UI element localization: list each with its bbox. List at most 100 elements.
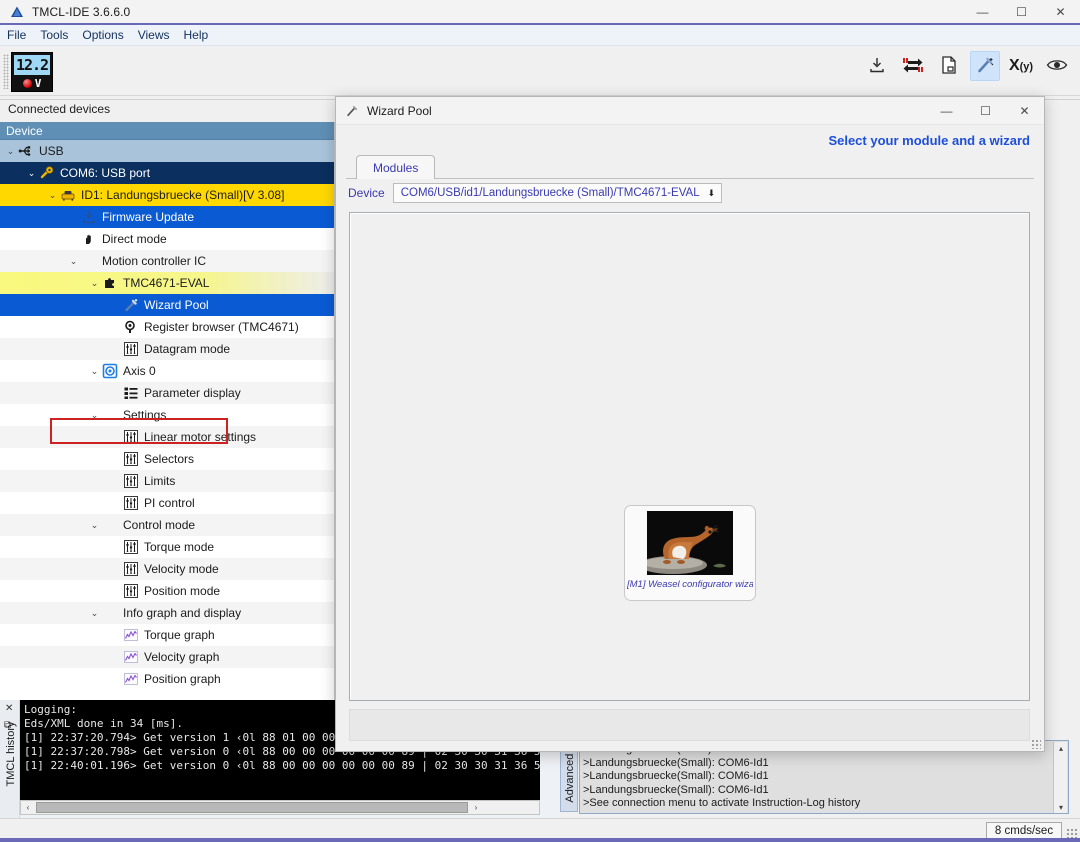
toolbar-grip[interactable] xyxy=(3,54,9,89)
document-button[interactable] xyxy=(934,51,964,81)
voltage-indicator: 12.2 V xyxy=(11,52,53,92)
wizard-card-caption: [M1] Weasel configurator wiza xyxy=(627,579,753,590)
chevron-down-icon[interactable]: ⌄ xyxy=(88,278,101,288)
weasel-photo-icon xyxy=(647,511,733,575)
transfer-button[interactable] xyxy=(898,51,928,81)
dialog-tabstrip: Modules xyxy=(346,155,1034,179)
window-title: TMCL-IDE 3.6.6.0 xyxy=(32,4,131,19)
tree-item-label: Linear motor settings xyxy=(144,430,257,444)
app-logo-icon xyxy=(9,4,25,20)
tree-no-icon xyxy=(80,252,98,270)
params-icon xyxy=(122,384,140,402)
tree-item-linear-motor-settings[interactable]: Linear motor settings xyxy=(0,426,334,448)
window-controls: — ☐ ✕ xyxy=(963,0,1080,24)
close-icon[interactable]: ✕ xyxy=(5,703,13,714)
minimize-button[interactable]: — xyxy=(963,0,1002,24)
tree-item-id1-landungsbruecke-small-v-3-08[interactable]: ⌄ ID1: Landungsbruecke (Small)[V 3.08] xyxy=(0,184,334,206)
dialog-minimize-button[interactable]: — xyxy=(927,97,966,125)
close-button[interactable]: ✕ xyxy=(1041,0,1080,24)
tree-item-velocity-mode[interactable]: Velocity mode xyxy=(0,558,334,580)
tree-item-info-graph-and-display[interactable]: ⌄ Info graph and display xyxy=(0,602,334,624)
tree-item-parameter-display[interactable]: Parameter display xyxy=(0,382,334,404)
tree-item-label: USB xyxy=(39,144,64,158)
tree-item-label: Velocity mode xyxy=(144,562,219,576)
tree-item-wizard-pool[interactable]: Wizard Pool xyxy=(0,294,334,316)
chevron-down-icon[interactable]: ⌄ xyxy=(88,520,101,530)
console-hscrollbar[interactable]: ‹ › xyxy=(20,800,540,815)
tree-item-position-mode[interactable]: Position mode xyxy=(0,580,334,602)
chevron-down-icon[interactable]: ⌄ xyxy=(88,608,101,618)
scroll-thumb[interactable] xyxy=(36,802,468,813)
visibility-button[interactable] xyxy=(1042,51,1072,81)
dialog-close-button[interactable]: ✕ xyxy=(1005,97,1044,125)
menu-views[interactable]: Views xyxy=(131,25,177,46)
tree-item-axis-0[interactable]: ⌄ Axis 0 xyxy=(0,360,334,382)
menu-tools[interactable]: Tools xyxy=(33,25,75,46)
tree-item-com6-usb-port[interactable]: ⌄ COM6: USB port xyxy=(0,162,334,184)
dialog-window-controls: — ☐ ✕ xyxy=(927,97,1044,125)
device-tree[interactable]: ⌄ USB ⌄ COM6: USB port ⌄ ID1: Landungsbruecke… xyxy=(0,140,334,700)
tree-item-control-mode[interactable]: ⌄ Control mode xyxy=(0,514,334,536)
tree-item-label: Position mode xyxy=(144,584,221,598)
tree-item-velocity-graph[interactable]: Velocity graph xyxy=(0,646,334,668)
graph-icon xyxy=(122,648,140,666)
tree-item-label: Position graph xyxy=(144,672,221,686)
menu-options[interactable]: Options xyxy=(75,25,130,46)
chevron-down-icon[interactable]: ⌄ xyxy=(25,168,38,178)
tree-item-tmc4671-eval[interactable]: ⌄ TMC4671-EVAL xyxy=(0,272,334,294)
tree-item-datagram-mode[interactable]: Datagram mode xyxy=(0,338,334,360)
xy-function-button[interactable]: X(y) xyxy=(1006,51,1036,81)
scroll-up-arrow[interactable]: ▴ xyxy=(1054,742,1068,755)
tmcl-history-tab[interactable]: TMCL history xyxy=(5,719,17,789)
tree-item-torque-graph[interactable]: Torque graph xyxy=(0,624,334,646)
wizard-canvas[interactable]: [M1] Weasel configurator wiza xyxy=(349,212,1030,701)
graph-icon xyxy=(122,626,140,644)
scroll-left-arrow[interactable]: ‹ xyxy=(21,801,35,814)
device-combobox-value: COM6/USB/id1/Landungsbruecke (Small)/TMC… xyxy=(400,187,700,199)
tree-item-usb[interactable]: ⌄ USB xyxy=(0,140,334,162)
chevron-down-icon[interactable]: ⌄ xyxy=(67,256,80,266)
tree-item-label: Firmware Update xyxy=(102,210,195,224)
tree-item-label: Wizard Pool xyxy=(144,298,209,312)
dialog-titlebar[interactable]: Wizard Pool — ☐ ✕ xyxy=(336,97,1044,125)
chevron-down-icon[interactable]: ⌄ xyxy=(88,366,101,376)
chevron-down-icon[interactable]: ⌄ xyxy=(88,410,101,420)
wizard-card-weasel[interactable]: [M1] Weasel configurator wiza xyxy=(624,505,756,601)
slider-icon xyxy=(122,560,140,578)
slider-icon xyxy=(122,428,140,446)
instruction-log-scrollbar[interactable]: ▴ ▾ xyxy=(1053,742,1068,813)
chevron-down-icon[interactable]: ⌄ xyxy=(4,146,17,156)
device-combobox[interactable]: COM6/USB/id1/Landungsbruecke (Small)/TMC… xyxy=(392,183,723,203)
tree-item-torque-mode[interactable]: Torque mode xyxy=(0,536,334,558)
tree-item-label: Velocity graph xyxy=(144,650,220,664)
tree-item-pi-control[interactable]: PI control xyxy=(0,492,334,514)
tree-item-selectors[interactable]: Selectors xyxy=(0,448,334,470)
tree-item-position-graph[interactable]: Position graph xyxy=(0,668,334,690)
tree-item-settings[interactable]: ⌄ Settings xyxy=(0,404,334,426)
wizard-button[interactable] xyxy=(970,51,1000,81)
dialog-maximize-button[interactable]: ☐ xyxy=(966,97,1005,125)
slider-icon xyxy=(122,450,140,468)
eye-icon xyxy=(1046,56,1068,77)
menu-help[interactable]: Help xyxy=(177,25,216,46)
menu-file[interactable]: File xyxy=(0,25,33,46)
scroll-down-arrow[interactable]: ▾ xyxy=(1054,801,1068,813)
tab-modules[interactable]: Modules xyxy=(356,155,436,179)
tree-item-label: Torque graph xyxy=(144,628,215,642)
voltage-status-row: V xyxy=(22,77,41,90)
scroll-right-arrow[interactable]: › xyxy=(469,801,483,814)
maximize-button[interactable]: ☐ xyxy=(1002,0,1041,24)
dialog-resize-grip[interactable] xyxy=(1031,739,1041,749)
firmware-update-button[interactable] xyxy=(862,51,892,81)
toolbar-buttons: X(y) xyxy=(862,51,1072,81)
tree-item-register-browser-tmc4671[interactable]: Register browser (TMC4671) xyxy=(0,316,334,338)
tree-item-motion-controller-ic[interactable]: ⌄ Motion controller IC xyxy=(0,250,334,272)
tree-item-limits[interactable]: Limits xyxy=(0,470,334,492)
device-tree-panel: Device ⌄ USB ⌄ COM6: USB port ⌄ ID1: Landungs… xyxy=(0,122,335,700)
tree-item-label: ID1: Landungsbruecke (Small)[V 3.08] xyxy=(81,188,285,202)
tree-item-firmware-update[interactable]: Firmware Update xyxy=(0,206,334,228)
tree-item-label: Settings xyxy=(123,408,167,422)
tree-item-direct-mode[interactable]: Direct mode xyxy=(0,228,334,250)
chevron-down-icon[interactable]: ⌄ xyxy=(46,190,59,200)
wizard-pool-dialog: Wizard Pool — ☐ ✕ Select your module and… xyxy=(335,96,1045,752)
